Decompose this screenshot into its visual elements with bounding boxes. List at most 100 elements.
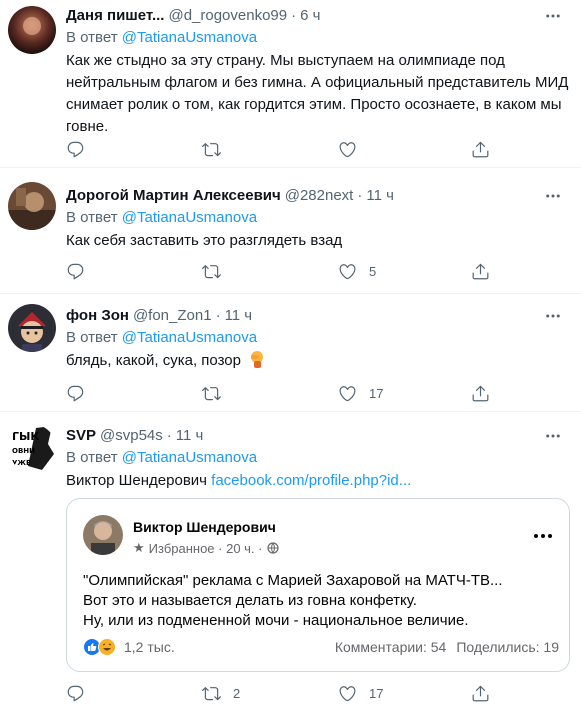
like-icon	[338, 140, 357, 159]
mention-link[interactable]: @TatianaUsmanova	[122, 449, 257, 466]
tweet-header: Даня пишет... @d_rogovenko99 · 6 ч	[66, 6, 569, 26]
tweet-text-body: блядь, какой, сука, позор	[66, 352, 241, 369]
retweet-button[interactable]	[202, 262, 221, 281]
more-options-button[interactable]	[541, 184, 565, 208]
retweet-icon	[202, 684, 221, 703]
display-name[interactable]: Дорогой Мартин Алексеевич	[66, 186, 281, 206]
reply-button[interactable]	[66, 684, 85, 703]
tweet-text: Виктор Шендерович facebook.com/profile.p…	[66, 470, 569, 492]
share-button[interactable]	[471, 384, 490, 403]
timestamp[interactable]: 11 ч	[366, 186, 394, 206]
tweet-text: Как себя заставить это разглядеть взад	[66, 232, 343, 249]
avatar[interactable]	[8, 304, 56, 352]
separator-dot: ·	[166, 427, 172, 444]
mention-link[interactable]: @TatianaUsmanova	[122, 329, 257, 346]
timestamp[interactable]: 6 ч	[300, 6, 320, 26]
share-icon	[471, 262, 490, 281]
link-preview-card[interactable]: Виктор Шендерович ★ Избранное · 20 ч. · …	[66, 498, 570, 672]
shares-count[interactable]: Поделились: 19	[456, 639, 559, 655]
user-handle[interactable]: @svp54s	[100, 426, 163, 446]
card-footer: 1,2 тыс. Комментарии: 54 Поделились: 19	[83, 637, 559, 657]
reply-button[interactable]	[66, 384, 85, 403]
mention-link[interactable]: @TatianaUsmanova	[122, 29, 257, 46]
retweet-button[interactable]: 2	[202, 684, 240, 703]
like-count: 17	[369, 386, 384, 401]
tweet-header: Дорогой Мартин Алексеевич @282next · 11 …	[66, 186, 569, 206]
reply-icon	[66, 262, 85, 281]
mention-link[interactable]: @TatianaUsmanova	[122, 209, 257, 226]
share-icon	[471, 140, 490, 159]
avatar-text-1: ГЫК	[12, 430, 39, 443]
tweet-1[interactable]: Даня пишет... @d_rogovenko99 · 6 ч В отв…	[0, 0, 581, 168]
card-text-line: Вот это и называется делать из говна кон…	[83, 592, 417, 609]
retweet-button[interactable]	[202, 384, 221, 403]
retweet-icon	[202, 262, 221, 281]
more-options-button[interactable]	[541, 424, 565, 448]
share-button[interactable]	[471, 684, 490, 703]
reply-prefix: В ответ	[66, 209, 122, 226]
reply-context: В ответ @TatianaUsmanova	[66, 328, 569, 348]
card-author-name[interactable]: Виктор Шендерович	[133, 519, 276, 535]
tweet-header: SVP @svp54s · 11 ч	[66, 426, 569, 446]
share-icon	[471, 384, 490, 403]
reply-button[interactable]	[66, 140, 85, 159]
like-icon	[338, 262, 357, 281]
share-button[interactable]	[471, 262, 490, 281]
separator-dot: ·	[291, 7, 297, 24]
like-button[interactable]	[338, 140, 357, 159]
card-text-line: Ну, или из подмененной мочи - национальн…	[83, 612, 469, 629]
more-icon	[544, 307, 562, 325]
comments-count[interactable]: Комментарии: 54	[335, 639, 447, 655]
tweet-3[interactable]: фон Зон @fon_Zon1 · 11 ч В ответ @Tatian…	[0, 294, 581, 412]
reply-prefix: В ответ	[66, 329, 122, 346]
tweet-2[interactable]: Дорогой Мартин Алексеевич @282next · 11 …	[0, 168, 581, 294]
retweet-button[interactable]	[202, 140, 221, 159]
avatar-text-3: УЖЕ	[12, 459, 31, 467]
like-count: 17	[369, 686, 384, 701]
display-name[interactable]: фон Зон	[66, 306, 129, 326]
avatar[interactable]	[8, 182, 56, 230]
display-name[interactable]: SVP	[66, 426, 96, 446]
user-handle[interactable]: @fon_Zon1	[133, 306, 212, 326]
display-name[interactable]: Даня пишет...	[66, 6, 164, 26]
like-button[interactable]: 5	[338, 262, 376, 281]
reply-prefix: В ответ	[66, 29, 122, 46]
more-icon	[534, 534, 552, 538]
user-handle[interactable]: @d_rogovenko99	[168, 6, 287, 26]
timestamp[interactable]: 11 ч	[225, 306, 253, 326]
reactions[interactable]	[83, 638, 116, 656]
like-icon	[338, 384, 357, 403]
share-icon	[471, 684, 490, 703]
card-meta-text: Избранное · 20 ч. ·	[148, 540, 263, 556]
reply-icon	[66, 684, 85, 703]
separator-dot: ·	[357, 187, 363, 204]
reply-icon	[66, 384, 85, 403]
user-handle[interactable]: @282next	[285, 186, 354, 206]
tweet-text: блядь, какой, сука, позор	[66, 350, 569, 372]
reply-button[interactable]	[66, 262, 85, 281]
tweet-header: фон Зон @fon_Zon1 · 11 ч	[66, 306, 569, 326]
more-options-button[interactable]	[541, 304, 565, 328]
avatar[interactable]	[8, 6, 56, 54]
external-link[interactable]: facebook.com/profile.php?id...	[211, 472, 411, 489]
share-button[interactable]	[471, 140, 490, 159]
more-options-button[interactable]	[541, 4, 565, 28]
more-icon	[544, 7, 562, 25]
card-avatar[interactable]	[83, 515, 123, 555]
more-icon	[544, 427, 562, 445]
reply-icon	[66, 140, 85, 159]
card-more-button[interactable]	[531, 529, 555, 541]
card-text-line: "Олимпийская" реклама с Марией Захаровой…	[83, 572, 503, 589]
like-count: 5	[369, 264, 377, 279]
reply-prefix: В ответ	[66, 449, 122, 466]
separator-dot: ·	[215, 307, 221, 324]
reply-context: В ответ @TatianaUsmanova	[66, 28, 569, 48]
retweet-count: 2	[233, 686, 241, 701]
like-button[interactable]: 17	[338, 684, 383, 703]
avatar[interactable]: ГЫК ОВНИ УЖЕ	[8, 424, 56, 472]
reply-context: В ответ @TatianaUsmanova	[66, 208, 569, 228]
tweet-text: Как же стыдно за эту страну. Мы выступае…	[66, 52, 569, 135]
timestamp[interactable]: 11 ч	[176, 426, 204, 446]
reactions-count[interactable]: 1,2 тыс.	[124, 639, 175, 655]
like-button[interactable]: 17	[338, 384, 383, 403]
